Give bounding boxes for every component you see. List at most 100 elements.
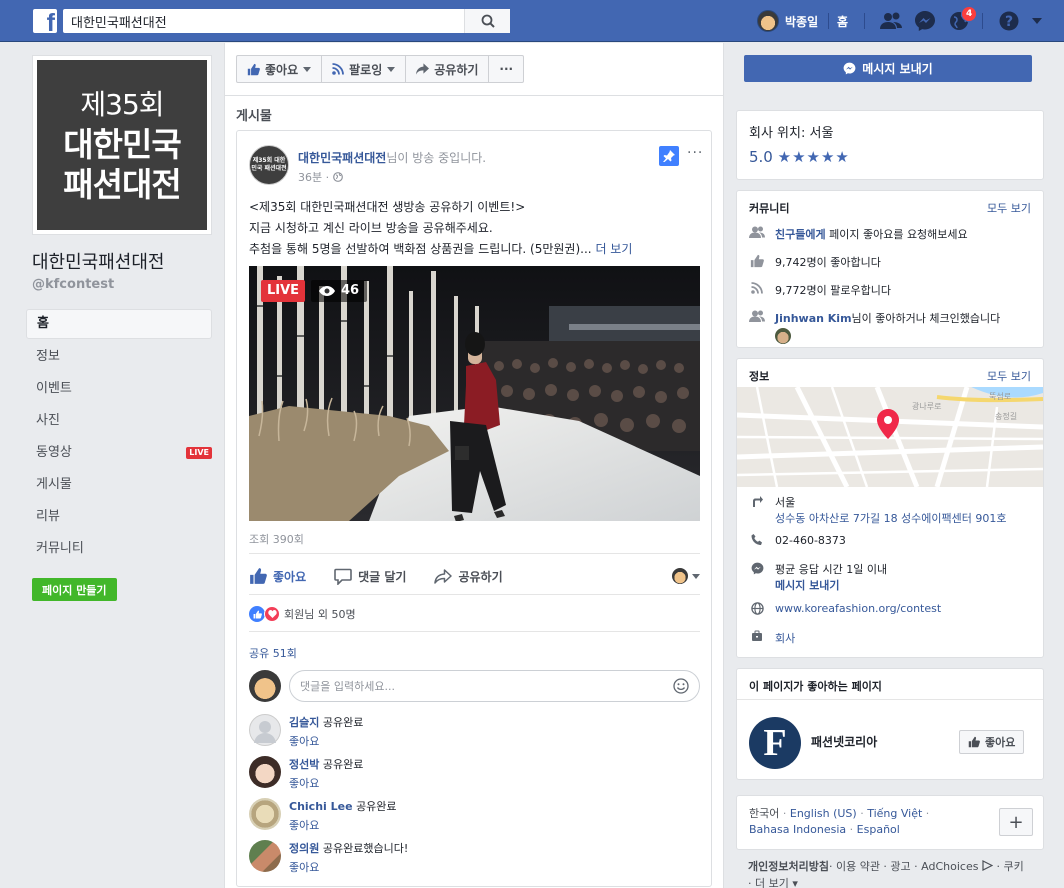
avatar[interactable] (249, 756, 281, 788)
see-more-link[interactable]: 더 보기 (595, 242, 632, 256)
post-author-link[interactable]: 대한민국패션대전 (298, 151, 386, 165)
user-avatar[interactable] (757, 10, 779, 32)
nav-item-reviews[interactable]: 리뷰 (26, 501, 212, 533)
avatar[interactable] (249, 840, 281, 872)
nav-item-about[interactable]: 정보 (26, 341, 212, 373)
address-link[interactable]: 성수동 아차산로 7가길 18 성수에이팩센터 901호 (775, 511, 1007, 527)
nav-item-videos[interactable]: 동영상 LIVE (26, 437, 212, 469)
info-see-all-link[interactable]: 모두 보기 (987, 368, 1031, 384)
friends-icon (749, 226, 765, 238)
comment-placeholder: 댓글을 입력하세요... (300, 680, 395, 693)
live-video-player[interactable]: LIVE 46 (249, 266, 700, 521)
page-name[interactable]: 대한민국패션대전 (32, 248, 164, 274)
language-link[interactable]: Español (857, 823, 900, 836)
footer-link[interactable]: · 이용 약관 · 광고 · AdChoices (829, 860, 979, 873)
website-link[interactable]: www.koreafashion.org/contest (775, 602, 941, 615)
info-send-message-link[interactable]: 메시지 보내기 (775, 578, 887, 594)
privacy-policy-link[interactable]: 개인정보처리방침 (748, 860, 829, 873)
divider (249, 553, 700, 554)
top-navigation-bar: f 박종일 홈 4 ? (0, 0, 1064, 42)
comment-like-link[interactable]: 좋아요 (289, 733, 319, 749)
follows-count[interactable]: 9,772명이 팔로우합니다 (775, 282, 891, 298)
avatar[interactable] (775, 328, 791, 344)
home-link[interactable]: 홈 (837, 13, 848, 30)
post-options-icon[interactable]: ··· (687, 145, 703, 161)
post-author-avatar[interactable]: 제35회 대한민국 패션대전 (249, 145, 289, 185)
invite-friends-link[interactable]: 친구들에게 (775, 228, 826, 241)
community-see-all-link[interactable]: 모두 보기 (987, 200, 1031, 216)
likes-count[interactable]: 9,742명이 좋아합니다 (775, 254, 881, 270)
post-comment-button[interactable]: 댓글 달기 (334, 568, 406, 585)
comment-like-link[interactable]: 좋아요 (289, 817, 319, 833)
avatar[interactable] (249, 798, 281, 830)
post-like-button[interactable]: 좋아요 (249, 567, 306, 585)
language-link[interactable]: English (US) (790, 807, 857, 820)
cookies-link[interactable]: · 쿠키 (993, 860, 1023, 873)
category-link[interactable]: 회사 (775, 630, 795, 646)
comment-like-link[interactable]: 좋아요 (289, 859, 319, 875)
category-row: 회사 (749, 630, 795, 646)
separator (864, 13, 865, 29)
nav-item-home[interactable]: 홈 (26, 309, 212, 339)
more-options-button[interactable]: ··· (488, 55, 525, 83)
avatar[interactable] (249, 714, 281, 746)
reactions-summary[interactable]: 회원님 외 50명 (249, 606, 356, 622)
nav-item-photos[interactable]: 사진 (26, 405, 212, 437)
pin-icon[interactable] (659, 146, 679, 166)
language-link[interactable]: Bahasa Indonesia (749, 823, 846, 836)
nav-item-events[interactable]: 이벤트 (26, 373, 212, 405)
language-box: 한국어 · English (US) · Tiếng Việt · Bahasa… (736, 795, 1044, 850)
post-timestamp[interactable]: 36분 · (298, 169, 343, 185)
thumbs-up-icon (247, 63, 260, 75)
follow-button[interactable]: 팔로잉 (321, 55, 407, 83)
add-language-button[interactable]: + (999, 808, 1033, 836)
avatar (249, 670, 281, 702)
emoji-icon[interactable] (673, 678, 689, 694)
response-time: 평균 응답 시간 1일 이내 (775, 563, 888, 576)
share-page-button[interactable]: 공유하기 (405, 55, 490, 83)
commenter-name-link[interactable]: 정의원 (289, 842, 319, 855)
search-input[interactable] (63, 9, 464, 33)
page-profile-picture[interactable]: 제35회 대한민국 패션대전 (32, 55, 212, 235)
like-page-button[interactable]: 좋아요 (236, 55, 323, 83)
post-share-button[interactable]: 공유하기 (434, 568, 503, 585)
nav-item-posts[interactable]: 게시물 (26, 469, 212, 501)
user-name-link[interactable]: 박종일 (785, 13, 818, 30)
comment-text: Chichi Lee 공유완료 (289, 800, 397, 813)
liked-page-name[interactable]: 패션넷코리아 (811, 733, 877, 750)
facebook-logo-icon[interactable]: f (33, 9, 57, 33)
checkin-user-link[interactable]: Jinhwan Kim (775, 312, 852, 325)
chevron-down-icon (387, 66, 396, 72)
adchoices-icon[interactable] (982, 860, 994, 871)
page-handle[interactable]: @kfcontest (32, 277, 114, 292)
info-box: 정보 모두 보기 뚝섬로 광나루로 송정길 서울 성수동 아차산로 7가길 18… (736, 358, 1044, 658)
language-link[interactable]: Tiếng Việt (867, 807, 922, 820)
address-row: 서울 성수동 아차산로 7가길 18 성수에이팩센터 901호 (749, 495, 1007, 527)
likes-row: 9,742명이 좋아합니다 (749, 254, 881, 270)
post-as-selector[interactable] (672, 568, 700, 584)
comment-like-link[interactable]: 좋아요 (289, 775, 319, 791)
liked-page-like-button[interactable]: 좋아요 (959, 730, 1025, 754)
account-menu-caret-icon[interactable] (1024, 9, 1050, 33)
location-map[interactable]: 뚝섬로 광나루로 송정길 (737, 387, 1043, 487)
create-page-button[interactable]: 페이지 만들기 (32, 578, 117, 601)
fashionnet-logo[interactable]: F (749, 717, 801, 769)
see-more-footer-link[interactable]: · 더 보기 ▾ (748, 877, 798, 888)
rss-icon (332, 63, 345, 75)
comment-item: 김슬지 공유완료 좋아요 (249, 714, 700, 750)
messenger-icon[interactable] (912, 9, 938, 33)
community-box: 커뮤니티 모두 보기 친구들에게 페이지 좋아요를 요청해보세요 9,742명이… (736, 190, 1044, 348)
location-rating-box: 회사 위치: 서울 5.0 ★★★★★ (736, 110, 1044, 180)
rating[interactable]: 5.0 ★★★★★ (749, 148, 850, 166)
commenter-name-link[interactable]: 정선박 (289, 758, 319, 771)
commenter-name-link[interactable]: Chichi Lee (289, 800, 353, 813)
shares-count-link[interactable]: 공유 51회 (249, 645, 297, 661)
commenter-name-link[interactable]: 김슬지 (289, 716, 319, 729)
comment-input[interactable]: 댓글을 입력하세요... (289, 670, 700, 702)
send-message-button[interactable]: 메시지 보내기 (744, 55, 1032, 82)
search-button[interactable] (464, 9, 510, 33)
help-icon[interactable]: ? (996, 9, 1022, 33)
page-navigation: 홈 정보 이벤트 사진 동영상 LIVE 게시물 리뷰 커뮤니티 (26, 309, 212, 565)
nav-item-community[interactable]: 커뮤니티 (26, 533, 212, 565)
friend-requests-icon[interactable] (878, 9, 904, 33)
